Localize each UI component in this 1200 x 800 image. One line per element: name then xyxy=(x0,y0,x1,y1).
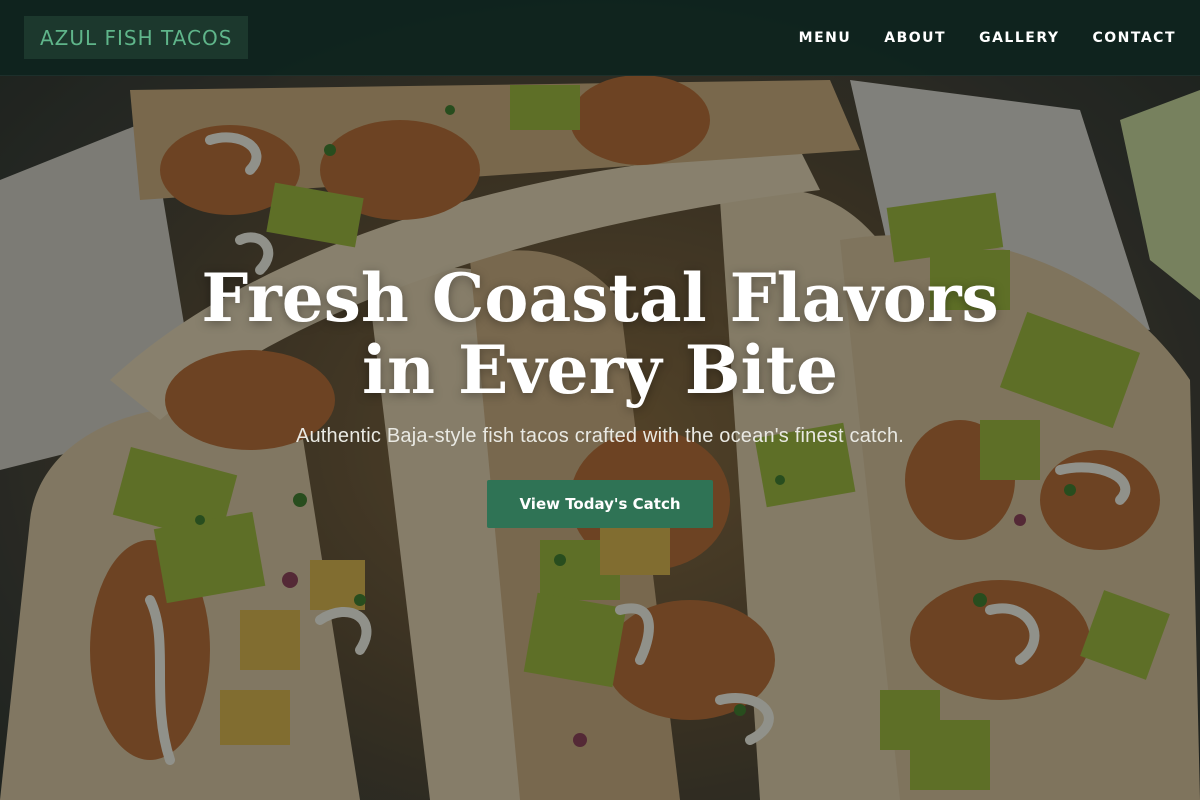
nav-link-contact[interactable]: CONTACT xyxy=(1092,30,1176,46)
nav-link-menu[interactable]: MENU xyxy=(799,30,852,46)
view-todays-catch-button[interactable]: View Today's Catch xyxy=(487,480,713,528)
hero-content: Fresh Coastal Flavors in Every Bite Auth… xyxy=(0,262,1200,528)
hero-title: Fresh Coastal Flavors in Every Bite xyxy=(201,259,999,409)
site-header: AZUL FISH TACOS MENU ABOUT GALLERY CONTA… xyxy=(0,0,1200,76)
nav-link-gallery[interactable]: GALLERY xyxy=(979,30,1059,46)
main-nav: MENU ABOUT GALLERY CONTACT xyxy=(766,30,1176,46)
brand-logo[interactable]: AZUL FISH TACOS xyxy=(24,16,249,59)
hero-subtitle: Authentic Baja-style fish tacos crafted … xyxy=(295,425,905,447)
nav-link-about[interactable]: ABOUT xyxy=(884,30,946,46)
